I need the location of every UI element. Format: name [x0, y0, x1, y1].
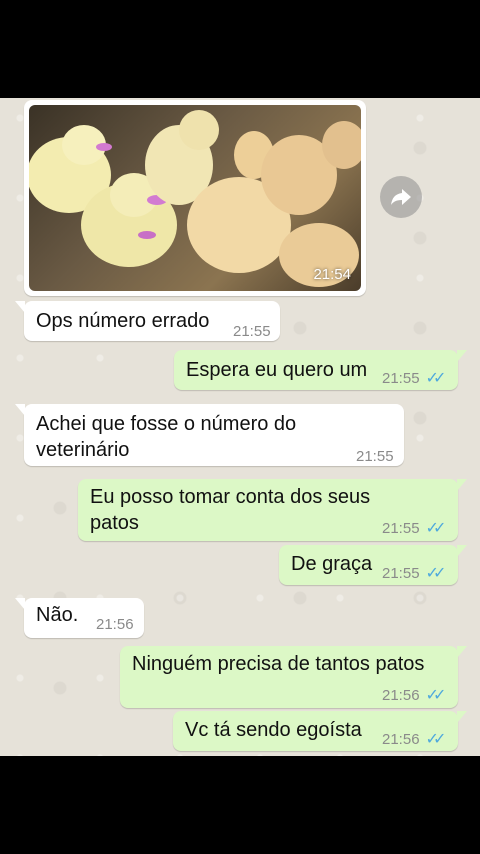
image-message[interactable]: 21:54	[24, 100, 366, 296]
message-text: De graça	[291, 553, 373, 575]
message-text: Eu posso tomar conta dos seus patos	[90, 486, 371, 534]
message-timestamp: 21:55 ✓✓	[382, 520, 447, 537]
double-check-icon: ✓✓	[425, 520, 447, 537]
double-check-icon: ✓✓	[425, 370, 447, 387]
message-timestamp: 21:55 ✓✓	[382, 565, 447, 582]
forward-button[interactable]	[380, 176, 422, 218]
message-text: Ninguém precisa de tantos patos	[132, 653, 425, 675]
message-timestamp: 21:55 ✓✓	[382, 370, 447, 387]
message-outgoing[interactable]: De graça 21:55 ✓✓	[279, 545, 467, 585]
ducklings-illustration	[29, 110, 361, 287]
message-timestamp: 21:55	[356, 448, 394, 465]
double-check-icon: ✓✓	[425, 687, 447, 704]
message-timestamp: 21:56	[96, 616, 134, 633]
message-outgoing[interactable]: Eu posso tomar conta dos seus patos 21:5…	[78, 479, 467, 541]
message-text: Ops número errado	[36, 310, 210, 332]
chat-area[interactable]: 21:54 Ops número errado 21:55 Espera eu …	[0, 98, 480, 756]
message-outgoing[interactable]: Espera eu quero um 21:55 ✓✓	[174, 350, 467, 390]
message-text: Vc tá sendo egoísta	[185, 719, 362, 741]
message-text: Não.	[36, 604, 79, 626]
image-timestamp: 21:54	[313, 266, 351, 283]
ducklings-photo[interactable]: 21:54	[29, 105, 361, 291]
message-incoming[interactable]: Achei que fosse o número do veterinário …	[15, 404, 404, 466]
forward-icon	[391, 189, 411, 205]
message-timestamp: 21:55	[233, 323, 271, 340]
message-text: Espera eu quero um	[186, 359, 368, 381]
message-timestamp: 21:56 ✓✓	[382, 687, 447, 704]
message-text: Achei que fosse o número do veterinário	[36, 413, 297, 461]
message-incoming[interactable]: Não. 21:56	[15, 598, 144, 638]
message-outgoing[interactable]: Ninguém precisa de tantos patos 21:56 ✓✓	[120, 646, 467, 708]
double-check-icon: ✓✓	[425, 565, 447, 582]
message-incoming[interactable]: Ops número errado 21:55	[15, 301, 280, 341]
message-timestamp: 21:56 ✓✓	[382, 731, 447, 748]
message-outgoing[interactable]: Vc tá sendo egoísta 21:56 ✓✓	[173, 711, 467, 751]
double-check-icon: ✓✓	[425, 731, 447, 748]
